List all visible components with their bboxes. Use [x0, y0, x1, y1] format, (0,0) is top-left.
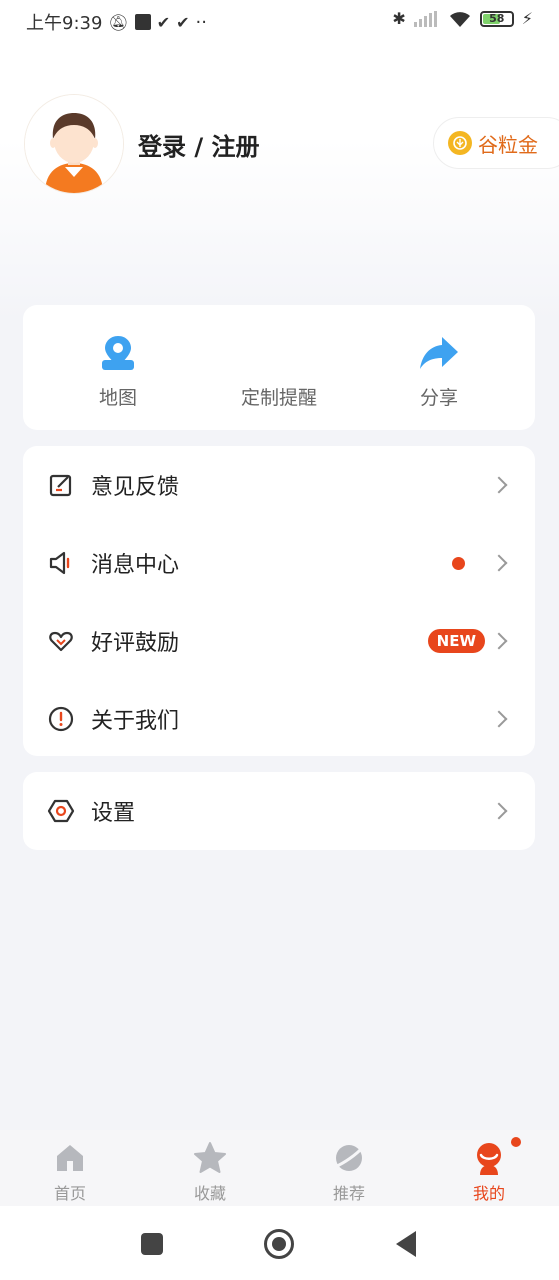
speaker-icon [47, 549, 75, 577]
quick-action-map-label: 地图 [98, 387, 137, 409]
chevron-right-icon [490, 554, 508, 572]
tab-home-label: 首页 [53, 1184, 86, 1203]
gold-points-button[interactable]: 谷粒金 [433, 117, 559, 169]
map-pin-icon [102, 336, 134, 370]
tab-recommend[interactable]: 推荐 [299, 1140, 399, 1204]
mute-bell-icon: 🔕︎ [108, 12, 129, 32]
edit-note-icon [47, 471, 75, 499]
menu-item-messages-label: 消息中心 [91, 553, 180, 578]
home-button[interactable] [264, 1229, 294, 1259]
signal-icon [413, 10, 437, 27]
menu-item-rating-label: 好评鼓励 [91, 631, 180, 656]
chevron-right-icon [490, 476, 508, 494]
home-icon [57, 1145, 83, 1171]
tab-mine-label: 我的 [472, 1184, 505, 1203]
app-notification-icon [134, 14, 151, 30]
bottom-tab-bar: 首页 收藏 推荐 我的 [0, 1130, 559, 1206]
chevron-right-icon [490, 710, 508, 728]
download-done-icon-2: ✔ [176, 12, 190, 32]
avatar-icon [25, 95, 123, 193]
download-done-icon: ✔ [156, 12, 171, 32]
status-time: 上午9:39 [26, 13, 103, 34]
tab-favorites[interactable]: 收藏 [160, 1140, 260, 1204]
chevron-right-icon [490, 802, 508, 820]
quick-action-share[interactable]: 分享 [379, 333, 499, 410]
profile-icon [477, 1143, 501, 1175]
chevron-right-icon [490, 632, 508, 650]
star-icon [194, 1142, 226, 1173]
more-notifications-icon: ·· [195, 11, 207, 33]
status-bar: 上午9:39 🔕︎ ✔ ✔ ·· ✱ 58 ⚡ [0, 0, 559, 44]
menu-item-about[interactable]: 关于我们 [23, 680, 535, 758]
quick-actions-card: 地图 定制提醒 分享 [23, 305, 535, 430]
quick-action-reminder[interactable]: 定制提醒 [219, 333, 339, 410]
system-nav-bar [0, 1206, 559, 1280]
planet-icon [334, 1145, 365, 1171]
recent-apps-button[interactable] [141, 1233, 163, 1255]
quick-action-share-label: 分享 [419, 387, 458, 409]
avatar[interactable] [24, 94, 124, 194]
new-badge: NEW [427, 629, 485, 653]
charging-icon: ⚡ [521, 9, 533, 28]
menu-item-rating[interactable]: 好评鼓励 NEW [23, 602, 535, 680]
share-arrow-icon [420, 337, 458, 369]
back-button[interactable] [396, 1231, 416, 1257]
menu-item-settings[interactable]: 设置 [23, 772, 535, 850]
quick-action-map[interactable]: 地图 [58, 333, 178, 410]
unread-dot [452, 556, 465, 570]
login-register-link[interactable]: 登录 / 注册 [138, 127, 259, 162]
gold-coin-icon [448, 131, 472, 155]
menu-card: 意见反馈 消息中心 好评鼓励 NEW 关于我们 [23, 446, 535, 756]
quick-action-reminder-label: 定制提醒 [240, 387, 317, 409]
info-circle-icon [47, 705, 75, 733]
menu-item-messages[interactable]: 消息中心 [23, 524, 535, 602]
tab-notification-dot [511, 1137, 521, 1147]
hexagon-settings-icon [47, 797, 75, 825]
battery-icon: 58 [479, 10, 514, 27]
menu-item-feedback-label: 意见反馈 [91, 475, 180, 500]
tab-favorites-label: 收藏 [193, 1184, 226, 1203]
tab-home[interactable]: 首页 [20, 1140, 120, 1204]
wifi-icon [449, 11, 470, 27]
tab-mine[interactable]: 我的 [439, 1140, 539, 1204]
menu-item-feedback[interactable]: 意见反馈 [23, 446, 535, 524]
tab-recommend-label: 推荐 [332, 1184, 365, 1203]
bluetooth-icon: ✱ [392, 9, 406, 28]
gold-points-label: 谷粒金 [478, 132, 538, 157]
menu-item-about-label: 关于我们 [91, 709, 180, 734]
settings-card: 设置 [23, 772, 535, 850]
menu-item-settings-label: 设置 [91, 801, 136, 826]
battery-level: 58 [489, 12, 505, 25]
heart-icon [47, 627, 75, 655]
